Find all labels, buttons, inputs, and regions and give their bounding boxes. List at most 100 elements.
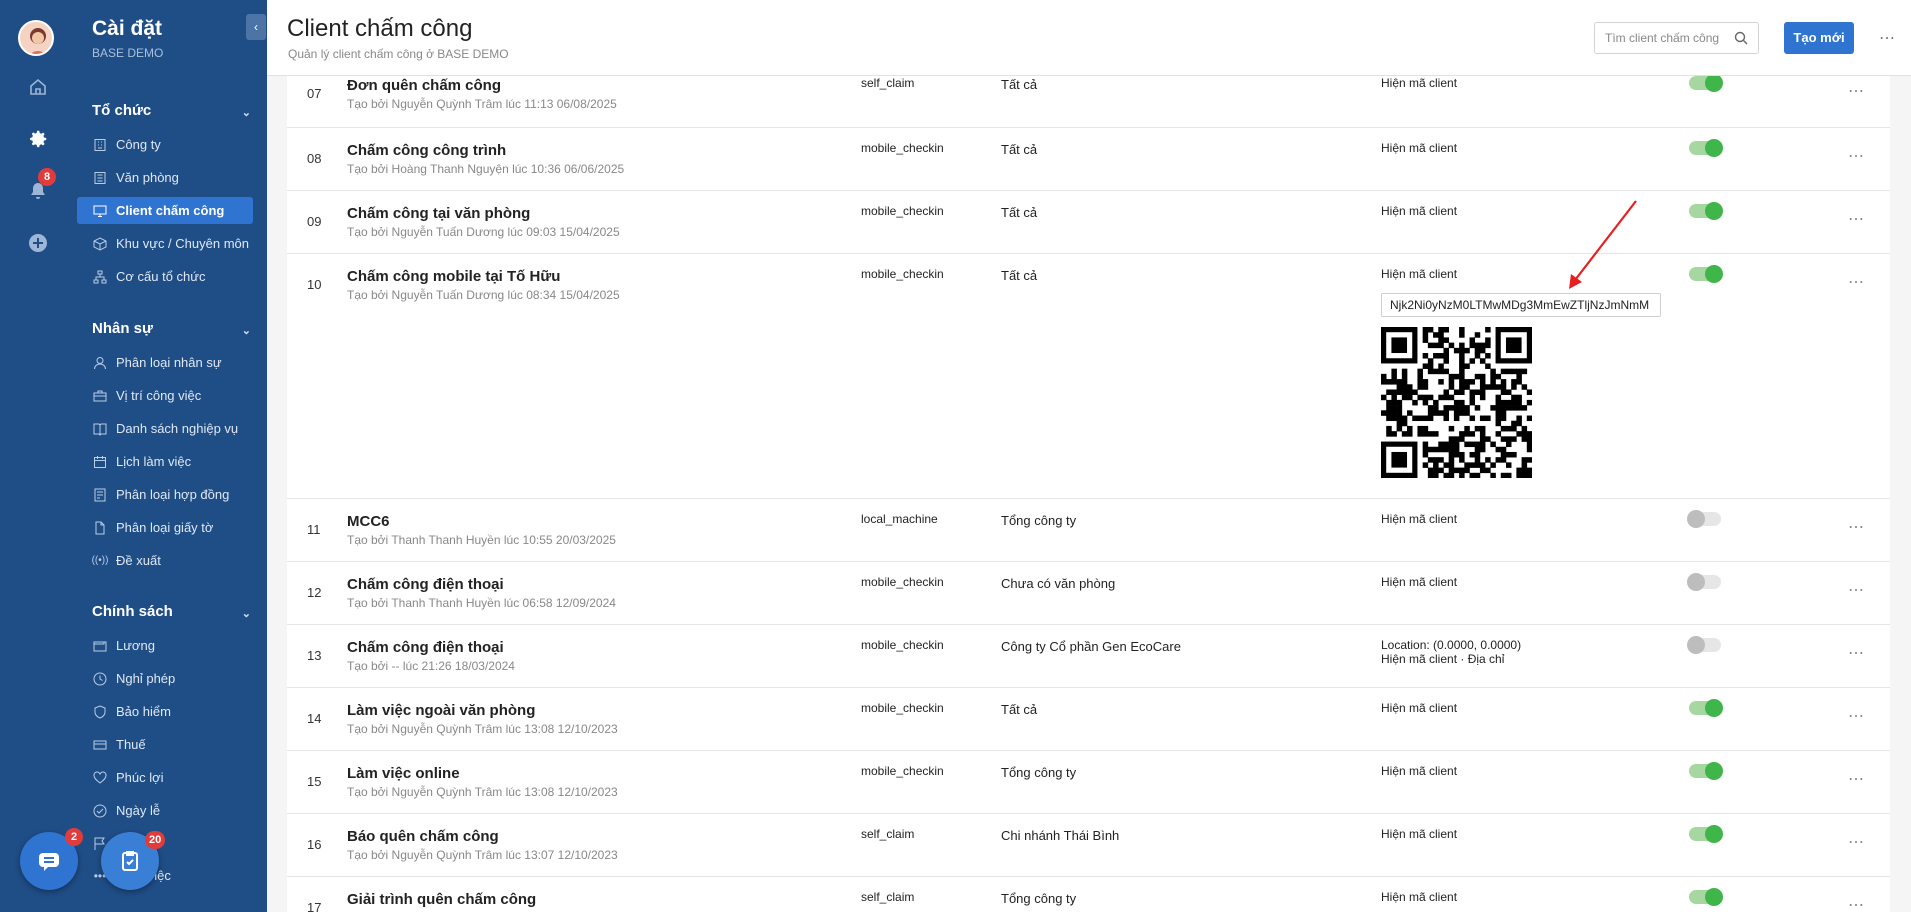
client-name[interactable]: Chấm công điện thoại [347, 639, 504, 656]
sidebar-item-de-xuat[interactable]: ((•)) Đề xuất [77, 547, 253, 574]
left-rail: 8 [0, 0, 76, 912]
row-index: 16 [307, 837, 322, 852]
client-name[interactable]: Chấm công mobile tại Tố Hữu [347, 268, 560, 285]
table-row[interactable]: 12 Chấm công điện thoại Tạo bởi Thanh Than… [287, 562, 1890, 625]
table-row[interactable]: 07 Đơn quên chấm công Tạo bởi Nguyễn Quỳnh… [287, 76, 1890, 128]
client-type: local_machine [861, 512, 938, 526]
sidebar-item-phan-loai-giay-to[interactable]: Phân loại giấy tờ [77, 514, 253, 541]
sidebar-item-thue[interactable]: Thuế [77, 731, 253, 758]
section-chinh-sach[interactable]: Chính sách ⌄ [92, 603, 267, 620]
status-toggle[interactable] [1689, 825, 1723, 843]
client-info[interactable]: Hiện mã client [1381, 764, 1457, 778]
sidebar-item-phuc-loi[interactable]: Phúc lợi [77, 764, 253, 791]
client-info[interactable]: Hiện mã client [1381, 575, 1457, 589]
sidebar-item-luong[interactable]: Lương [77, 632, 253, 659]
sidebar-item-danh-sach-nghiep-vu[interactable]: Danh sách nghiệp vụ [77, 415, 253, 442]
sidebar-item-lich-lam-viec[interactable]: Lịch làm việc [77, 448, 253, 475]
sidebar-item-bao-hiem[interactable]: Bảo hiểm [77, 698, 253, 725]
status-toggle[interactable] [1689, 888, 1723, 906]
client-info[interactable]: Hiện mã client [1381, 827, 1457, 841]
client-name[interactable]: Đơn quên chấm công [347, 77, 501, 94]
client-name[interactable]: Chấm công tại văn phòng [347, 205, 530, 222]
bell-icon[interactable] [0, 178, 76, 204]
sidebar-item-ngay-le[interactable]: Ngày lễ [77, 797, 253, 824]
row-more-icon[interactable]: ⋯ [1848, 272, 1865, 292]
status-toggle[interactable] [1689, 265, 1723, 283]
create-new-button[interactable]: Tạo mới [1784, 22, 1854, 54]
table-row[interactable]: 09 Chấm công tại văn phòng Tạo bởi Nguyễn … [287, 191, 1890, 254]
table-row[interactable]: 11 MCC6 Tạo bởi Thanh Thanh Huyền lúc 10:5… [287, 499, 1890, 562]
row-more-icon[interactable]: ⋯ [1848, 81, 1865, 101]
table-row[interactable]: 17 Giải trình quên chấm công self_claim Tổn… [287, 877, 1890, 912]
row-more-icon[interactable]: ⋯ [1848, 580, 1865, 600]
client-name[interactable]: Báo quên chấm công [347, 828, 499, 845]
table-row[interactable]: 13 Chấm công điện thoại Tạo bởi -- lúc 21:… [287, 625, 1890, 688]
status-toggle[interactable] [1689, 202, 1723, 220]
client-code-field[interactable]: Njk2Ni0yNzM0LTMwMDg3MmEwZTljNzJmNmM [1381, 293, 1661, 317]
sidebar-item-co-cau-to-chuc[interactable]: Cơ cấu tổ chức [77, 263, 253, 290]
client-name[interactable]: Giải trình quên chấm công [347, 891, 536, 908]
client-name[interactable]: Làm việc online [347, 765, 460, 782]
collapse-sidebar-button[interactable]: ‹ [246, 14, 266, 40]
home-icon[interactable] [0, 74, 76, 100]
row-more-icon[interactable]: ⋯ [1848, 895, 1865, 912]
search-icon[interactable] [1734, 31, 1748, 50]
add-circle-icon[interactable] [0, 230, 76, 256]
client-name[interactable]: MCC6 [347, 513, 390, 530]
client-name[interactable]: Chấm công điện thoại [347, 576, 504, 593]
sidebar-item-phan-loai-hop-dong[interactable]: Phân loại hợp đồng [77, 481, 253, 508]
sidebar-item-khu-vuc[interactable]: Khu vực / Chuyên môn [77, 230, 253, 257]
client-info[interactable]: Hiện mã client [1381, 76, 1457, 90]
section-nhan-su[interactable]: Nhân sự ⌄ [92, 320, 267, 337]
gear-icon[interactable] [0, 126, 76, 152]
table-row[interactable]: 16 Báo quên chấm công Tạo bởi Nguyễn Quỳnh… [287, 814, 1890, 877]
status-toggle[interactable] [1689, 76, 1723, 92]
client-name[interactable]: Làm việc ngoài văn phòng [347, 702, 535, 719]
sidebar-item-nghi-phep[interactable]: Nghỉ phép [77, 665, 253, 692]
client-info[interactable]: Hiện mã client [1381, 890, 1457, 904]
client-type: mobile_checkin [861, 575, 944, 589]
sidebar-item-phan-loai-nhan-su[interactable]: Phân loại nhân sự [77, 349, 253, 376]
toggle-knob [1705, 265, 1723, 283]
row-more-icon[interactable]: ⋯ [1848, 832, 1865, 852]
created-by: Tạo bởi Nguyễn Quỳnh Trâm lúc 13:08 12/1… [347, 785, 618, 799]
client-info[interactable]: Hiện mã client [1381, 512, 1457, 526]
section-to-chuc[interactable]: Tổ chức ⌄ [92, 102, 267, 119]
status-toggle[interactable] [1687, 510, 1721, 528]
sidebar-item-label: Văn phòng [116, 170, 179, 185]
row-index: 07 [307, 86, 322, 101]
status-toggle[interactable] [1689, 139, 1723, 157]
client-info[interactable]: Hiện mã client [1381, 204, 1457, 218]
row-more-icon[interactable]: ⋯ [1848, 209, 1865, 229]
row-more-icon[interactable]: ⋯ [1848, 643, 1865, 663]
status-toggle[interactable] [1687, 636, 1721, 654]
client-info[interactable]: Hiện mã client · Địa chỉ [1381, 652, 1504, 666]
search-input[interactable] [1595, 23, 1725, 53]
row-more-icon[interactable]: ⋯ [1848, 146, 1865, 166]
client-scope: Tất cả [1001, 77, 1038, 92]
status-toggle[interactable] [1687, 573, 1721, 591]
sidebar-item-label: Nghỉ phép [116, 671, 176, 686]
row-more-icon[interactable]: ⋯ [1848, 769, 1865, 789]
row-more-icon[interactable]: ⋯ [1848, 517, 1865, 537]
status-toggle[interactable] [1689, 762, 1723, 780]
client-name[interactable]: Chấm công công trình [347, 142, 506, 159]
toggle-knob [1705, 825, 1723, 843]
sidebar-item-client-cham-cong[interactable]: Client chấm công [77, 197, 253, 224]
client-info[interactable]: Hiện mã client [1381, 701, 1457, 715]
table-row[interactable]: 08 Chấm công công trình Tạo bởi Hoàng Than… [287, 128, 1890, 191]
status-toggle[interactable] [1689, 699, 1723, 717]
sidebar-item-vi-tri-cong-viec[interactable]: Vị trí công việc [77, 382, 253, 409]
client-info[interactable]: Hiện mã client [1381, 141, 1457, 155]
more-options-icon[interactable]: ⋯ [1879, 28, 1896, 48]
table-row[interactable]: 14 Làm việc ngoài văn phòng Tạo bởi Nguyễn… [287, 688, 1890, 751]
client-info[interactable]: Hiện mã client [1381, 267, 1457, 281]
table-row[interactable]: 10 Chấm công mobile tại Tố Hữu Tạo bởi Ngu… [287, 254, 1890, 499]
row-more-icon[interactable]: ⋯ [1848, 706, 1865, 726]
avatar[interactable] [18, 20, 54, 56]
table-row[interactable]: 15 Làm việc online Tạo bởi Nguyễn Quỳnh Tr… [287, 751, 1890, 814]
sidebar-item-cong-ty[interactable]: Công ty [77, 131, 253, 158]
created-by: Tạo bởi Thanh Thanh Huyền lúc 06:58 12/0… [347, 596, 616, 610]
page-subtitle: Quản lý client chấm công ở BASE DEMO [288, 47, 509, 61]
sidebar-item-van-phong[interactable]: Văn phòng [77, 164, 253, 191]
